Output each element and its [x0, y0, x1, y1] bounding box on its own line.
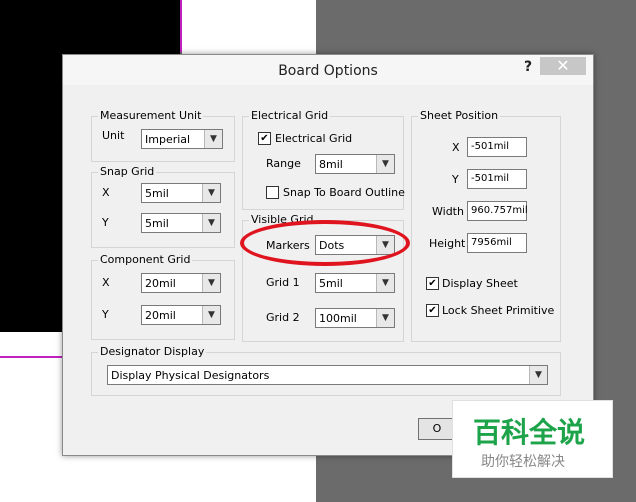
close-button[interactable]: ✕ [540, 57, 586, 75]
visible-grid-title: Visible Grid [249, 213, 316, 226]
sheet-x-value: -501mil [471, 141, 509, 152]
chevron-down-icon: ▼ [376, 155, 394, 173]
sheet-height-value: 7956mil [471, 237, 512, 248]
sheet-height-label: Height [429, 237, 466, 250]
sheet-width-label: Width [432, 205, 464, 218]
chevron-down-icon: ▼ [376, 274, 394, 292]
watermark-logo: 百科全说 助你轻松解决 [452, 400, 613, 478]
snap-x-value: 5mil [145, 187, 169, 200]
markers-combo[interactable]: Dots ▼ [315, 235, 395, 255]
designator-display-value: Display Physical Designators [111, 369, 270, 382]
unit-combo-value: Imperial [145, 133, 191, 146]
help-button[interactable]: ? [517, 59, 539, 77]
grid1-label: Grid 1 [266, 276, 300, 289]
snap-y-combo[interactable]: 5mil ▼ [141, 213, 221, 233]
chevron-down-icon: ▼ [376, 236, 394, 254]
snap-grid-title: Snap Grid [98, 165, 157, 178]
component-x-label: X [102, 276, 110, 289]
designator-display-title: Designator Display [98, 345, 207, 358]
range-value: 8mil [319, 158, 343, 171]
grid1-combo[interactable]: 5mil ▼ [315, 273, 395, 293]
snap-x-label: X [102, 186, 110, 199]
component-grid-title: Component Grid [98, 253, 193, 266]
grid1-value: 5mil [319, 277, 343, 290]
electrical-grid-group: Electrical Grid ✔ Electrical Grid Range … [242, 109, 405, 210]
sheet-width-value: 960.757mil [471, 205, 528, 216]
component-y-value: 20mil [145, 309, 176, 322]
unit-label: Unit [102, 129, 125, 142]
grid2-combo[interactable]: 100mil ▼ [315, 308, 395, 328]
lock-sheet-primitive-label: Lock Sheet Primitive [442, 304, 555, 317]
sheet-y-label: Y [452, 173, 459, 186]
designator-display-group: Designator Display Display Physical Desi… [91, 345, 561, 396]
sheet-y-value: -501mil [471, 173, 509, 184]
markers-label: Markers [266, 239, 310, 252]
sheet-height-input[interactable]: 7956mil [467, 233, 527, 253]
display-sheet-label: Display Sheet [442, 277, 518, 290]
measurement-unit-title: Measurement Unit [98, 109, 204, 122]
markers-value: Dots [319, 239, 345, 252]
unit-combo[interactable]: Imperial ▼ [141, 129, 223, 149]
background-magenta-horizontal-line [0, 356, 62, 358]
chevron-down-icon: ▼ [376, 309, 394, 327]
grid2-label: Grid 2 [266, 311, 300, 324]
range-label: Range [266, 157, 301, 170]
chevron-down-icon: ▼ [204, 130, 222, 148]
lock-sheet-primitive-checkbox[interactable]: ✔ [426, 304, 439, 317]
sheet-position-group: Sheet Position X -501mil Y -501mil Width… [411, 109, 561, 342]
snap-grid-group: Snap Grid X 5mil ▼ Y 5mil ▼ [91, 165, 235, 248]
snap-y-value: 5mil [145, 217, 169, 230]
chevron-down-icon: ▼ [529, 366, 547, 384]
watermark-subtitle: 助你轻松解决 [481, 454, 565, 470]
range-combo[interactable]: 8mil ▼ [315, 154, 395, 174]
dialog-title: Board Options [278, 63, 378, 79]
electrical-grid-checkbox-label: Electrical Grid [275, 132, 353, 145]
dialog-titlebar: Board Options ? ✕ [63, 55, 593, 85]
electrical-grid-checkbox[interactable]: ✔ [258, 132, 271, 145]
watermark-title: 百科全说 [473, 416, 586, 449]
designator-display-combo[interactable]: Display Physical Designators ▼ [107, 365, 548, 385]
visible-grid-group: Visible Grid Markers Dots ▼ Grid 1 5mil … [242, 213, 404, 342]
snap-to-board-outline-checkbox[interactable] [266, 186, 279, 199]
sheet-position-title: Sheet Position [418, 109, 501, 122]
component-grid-group: Component Grid X 20mil ▼ Y 20mil ▼ [91, 253, 235, 340]
grid2-value: 100mil [319, 312, 357, 325]
component-x-value: 20mil [145, 277, 176, 290]
electrical-grid-title: Electrical Grid [249, 109, 331, 122]
component-x-combo[interactable]: 20mil ▼ [141, 273, 221, 293]
measurement-unit-group: Measurement Unit Unit Imperial ▼ [91, 109, 235, 162]
chevron-down-icon: ▼ [202, 184, 220, 202]
snap-to-board-outline-label: Snap To Board Outline [283, 186, 405, 199]
sheet-width-input[interactable]: 960.757mil [467, 201, 528, 221]
display-sheet-checkbox[interactable]: ✔ [426, 277, 439, 290]
sheet-y-input[interactable]: -501mil [467, 169, 527, 189]
sheet-x-input[interactable]: -501mil [467, 137, 527, 157]
ok-button[interactable]: O [418, 418, 456, 440]
component-y-label: Y [102, 308, 109, 321]
chevron-down-icon: ▼ [202, 214, 220, 232]
chevron-down-icon: ▼ [202, 306, 220, 324]
component-y-combo[interactable]: 20mil ▼ [141, 305, 221, 325]
snap-x-combo[interactable]: 5mil ▼ [141, 183, 221, 203]
snap-y-label: Y [102, 216, 109, 229]
sheet-x-label: X [452, 141, 460, 154]
board-options-dialog: Board Options ? ✕ Measurement Unit Unit … [62, 54, 594, 456]
chevron-down-icon: ▼ [202, 274, 220, 292]
